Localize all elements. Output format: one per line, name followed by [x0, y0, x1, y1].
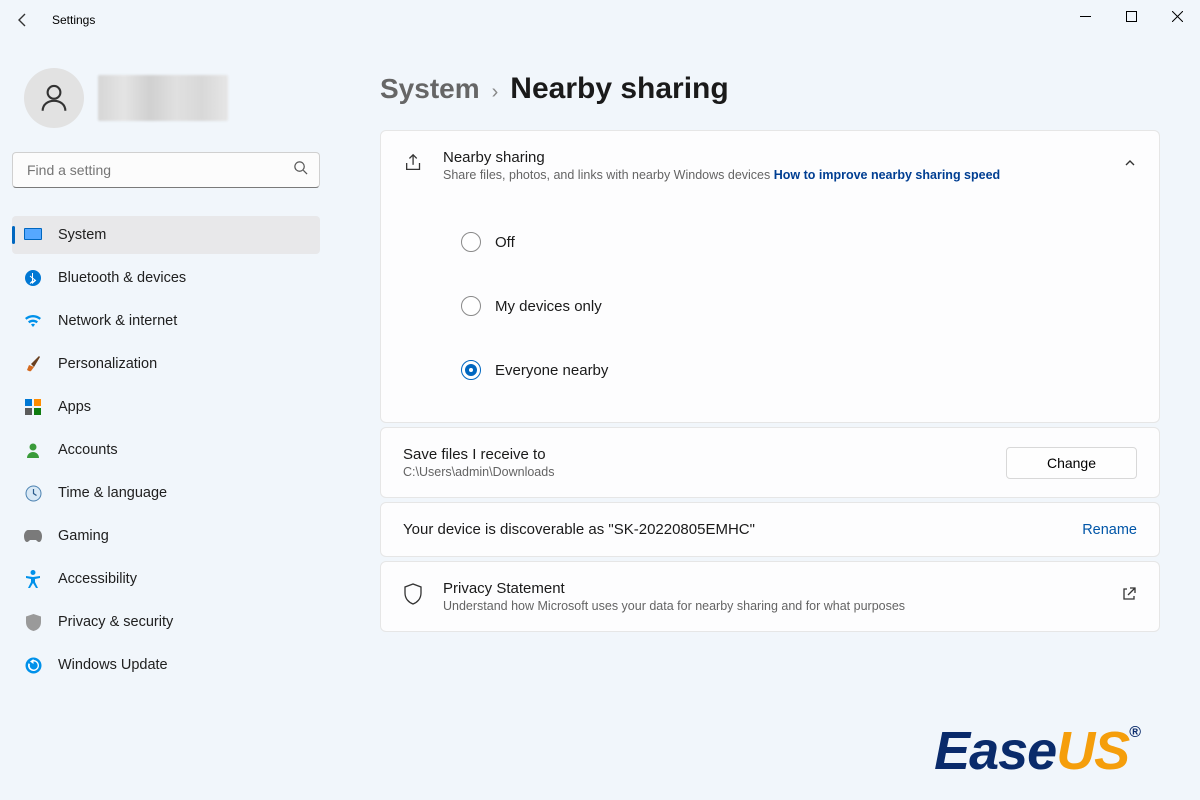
- avatar: [24, 68, 84, 128]
- rename-link[interactable]: Rename: [1082, 522, 1137, 538]
- nav-item-accounts[interactable]: Accounts: [12, 431, 320, 469]
- nav-item-bluetooth[interactable]: Bluetooth & devices: [12, 259, 320, 297]
- watermark-text-a: Ease: [934, 721, 1056, 781]
- nav-item-accessibility[interactable]: Accessibility: [12, 560, 320, 598]
- breadcrumb-parent[interactable]: System: [380, 73, 480, 105]
- update-icon: [24, 656, 42, 674]
- person-icon: [24, 441, 42, 459]
- share-icon: [403, 152, 427, 179]
- card-subtitle: Share files, photos, and links with near…: [443, 168, 1107, 182]
- nav-item-personalization[interactable]: Personalization: [12, 345, 320, 383]
- apps-icon: [24, 398, 42, 416]
- main-content: System › Nearby sharing Nearby sharing S…: [332, 40, 1200, 800]
- nav-item-gaming[interactable]: Gaming: [12, 517, 320, 555]
- gamepad-icon: [24, 527, 42, 545]
- save-location-path: C:\Users\admin\Downloads: [403, 465, 990, 479]
- chevron-up-icon: [1123, 156, 1137, 175]
- back-button[interactable]: [8, 4, 40, 36]
- privacy-subtitle: Understand how Microsoft uses your data …: [443, 599, 1105, 613]
- nav-label: Bluetooth & devices: [58, 270, 186, 286]
- window-title: Settings: [52, 13, 95, 27]
- nav-label: Time & language: [58, 485, 167, 501]
- nav-label: Gaming: [58, 528, 109, 544]
- nav-item-time-language[interactable]: Time & language: [12, 474, 320, 512]
- nav-item-network[interactable]: Network & internet: [12, 302, 320, 340]
- nav-item-privacy-security[interactable]: Privacy & security: [12, 603, 320, 641]
- radio-icon: [461, 360, 481, 380]
- improve-speed-link[interactable]: How to improve nearby sharing speed: [774, 168, 1000, 182]
- paintbrush-icon: [24, 355, 42, 373]
- shield-outline-icon: [403, 583, 427, 610]
- radio-icon: [461, 232, 481, 252]
- titlebar: Settings: [0, 0, 1200, 40]
- privacy-statement-card[interactable]: Privacy Statement Understand how Microso…: [380, 561, 1160, 632]
- radio-label: Everyone nearby: [495, 362, 608, 379]
- watermark: EaseUS®: [934, 720, 1140, 782]
- radio-option-off[interactable]: Off: [461, 210, 1119, 274]
- search-field[interactable]: [12, 152, 320, 188]
- profile-name-redacted: [98, 75, 228, 121]
- nav-label: Personalization: [58, 356, 157, 372]
- radio-option-my-devices[interactable]: My devices only: [461, 274, 1119, 338]
- save-location-title: Save files I receive to: [403, 446, 990, 463]
- device-name-card: Your device is discoverable as "SK-20220…: [380, 502, 1160, 557]
- close-button[interactable]: [1154, 0, 1200, 32]
- window-controls: [1062, 0, 1200, 32]
- nav-item-apps[interactable]: Apps: [12, 388, 320, 426]
- radio-option-everyone[interactable]: Everyone nearby: [461, 338, 1119, 402]
- change-button[interactable]: Change: [1006, 447, 1137, 479]
- save-location-card: Save files I receive to C:\Users\admin\D…: [380, 427, 1160, 498]
- privacy-title: Privacy Statement: [443, 580, 1105, 597]
- search-icon: [293, 160, 308, 180]
- maximize-button[interactable]: [1108, 0, 1154, 32]
- shield-icon: [24, 613, 42, 631]
- page-title: Nearby sharing: [510, 72, 728, 106]
- sidebar: System Bluetooth & devices Network & int…: [0, 40, 332, 800]
- nav-label: Privacy & security: [58, 614, 173, 630]
- nav-label: Apps: [58, 399, 91, 415]
- nav-label: Accounts: [58, 442, 118, 458]
- nav-label: Network & internet: [58, 313, 177, 329]
- search-input[interactable]: [12, 152, 320, 188]
- nav-label: Windows Update: [58, 657, 168, 673]
- clock-icon: [24, 484, 42, 502]
- external-link-icon: [1121, 586, 1137, 607]
- sharing-options: Off My devices only Everyone nearby: [381, 200, 1159, 422]
- discoverable-text: Your device is discoverable as "SK-20220…: [403, 521, 1066, 538]
- minimize-button[interactable]: [1062, 0, 1108, 32]
- nav-item-windows-update[interactable]: Windows Update: [12, 646, 320, 684]
- system-icon: [24, 226, 42, 244]
- chevron-right-icon: ›: [492, 81, 499, 104]
- nav-label: Accessibility: [58, 571, 137, 587]
- radio-icon: [461, 296, 481, 316]
- nav-item-system[interactable]: System: [12, 216, 320, 254]
- profile-section[interactable]: [12, 40, 320, 152]
- breadcrumb: System › Nearby sharing: [380, 40, 1160, 130]
- watermark-text-b: US: [1056, 721, 1129, 781]
- nearby-sharing-header[interactable]: Nearby sharing Share files, photos, and …: [381, 131, 1159, 200]
- accessibility-icon: [24, 570, 42, 588]
- nav-label: System: [58, 227, 106, 243]
- bluetooth-icon: [24, 269, 42, 287]
- watermark-registered: ®: [1129, 724, 1140, 741]
- wifi-icon: [24, 312, 42, 330]
- radio-label: Off: [495, 234, 515, 251]
- card-title: Nearby sharing: [443, 149, 1107, 166]
- nav-list: System Bluetooth & devices Network & int…: [12, 216, 320, 684]
- radio-label: My devices only: [495, 298, 602, 315]
- nearby-sharing-card: Nearby sharing Share files, photos, and …: [380, 130, 1160, 423]
